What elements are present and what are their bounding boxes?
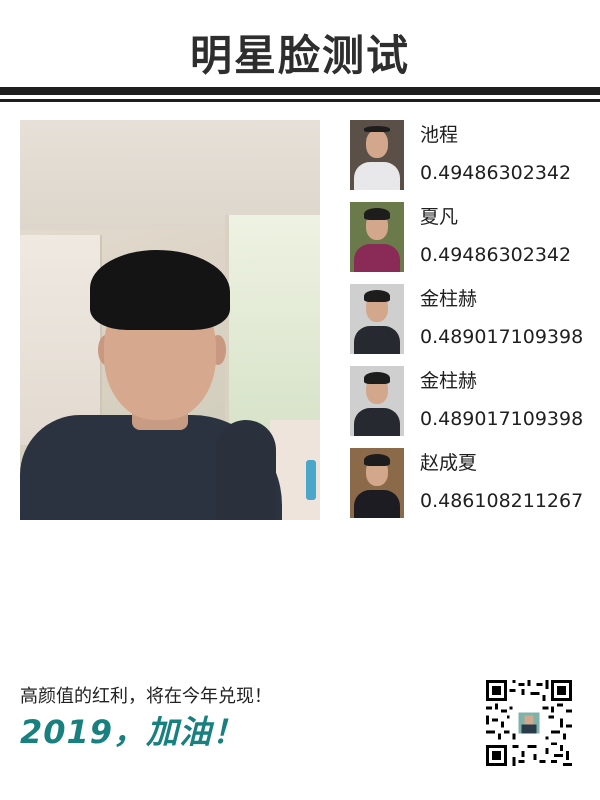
similarity-score: 0.486108211267 <box>420 490 584 512</box>
match-item-1: 池程 0.49486302342 <box>350 120 600 190</box>
header-divider-thin <box>0 99 600 102</box>
similarity-score: 0.49486302342 <box>420 162 572 184</box>
match-item-2: 夏凡 0.49486302342 <box>350 202 600 272</box>
celebrity-name: 金柱赫 <box>420 370 478 392</box>
celebrity-thumbnail <box>350 448 404 518</box>
celebrity-thumbnail <box>350 202 404 272</box>
similarity-score: 0.49486302342 <box>420 244 572 266</box>
result-card: 明星脸测试 池程 0.49486302342 夏凡 0.49486302342 … <box>0 0 600 800</box>
similarity-score: 0.489017109398 <box>420 326 584 348</box>
qr-code-icon[interactable] <box>486 680 572 766</box>
similarity-score: 0.489017109398 <box>420 408 584 430</box>
celebrity-name: 赵成夏 <box>420 452 478 474</box>
celebrity-thumbnail <box>350 366 404 436</box>
celebrity-name: 池程 <box>420 124 459 146</box>
header-divider-thick <box>0 87 600 95</box>
cheer-text: 2019，加油！ <box>20 713 246 751</box>
page-title: 明星脸测试 <box>189 31 410 80</box>
slogan-text: 高颜值的红利，将在今年兑现！ <box>20 686 272 707</box>
match-item-3: 金柱赫 0.489017109398 <box>350 284 600 354</box>
celebrity-thumbnail <box>350 120 404 190</box>
celebrity-thumbnail <box>350 284 404 354</box>
match-item-4: 金柱赫 0.489017109398 <box>350 366 600 436</box>
user-photo <box>20 120 320 520</box>
celebrity-name: 夏凡 <box>420 206 459 228</box>
celebrity-name: 金柱赫 <box>420 288 478 310</box>
match-item-5: 赵成夏 0.486108211267 <box>350 448 600 518</box>
